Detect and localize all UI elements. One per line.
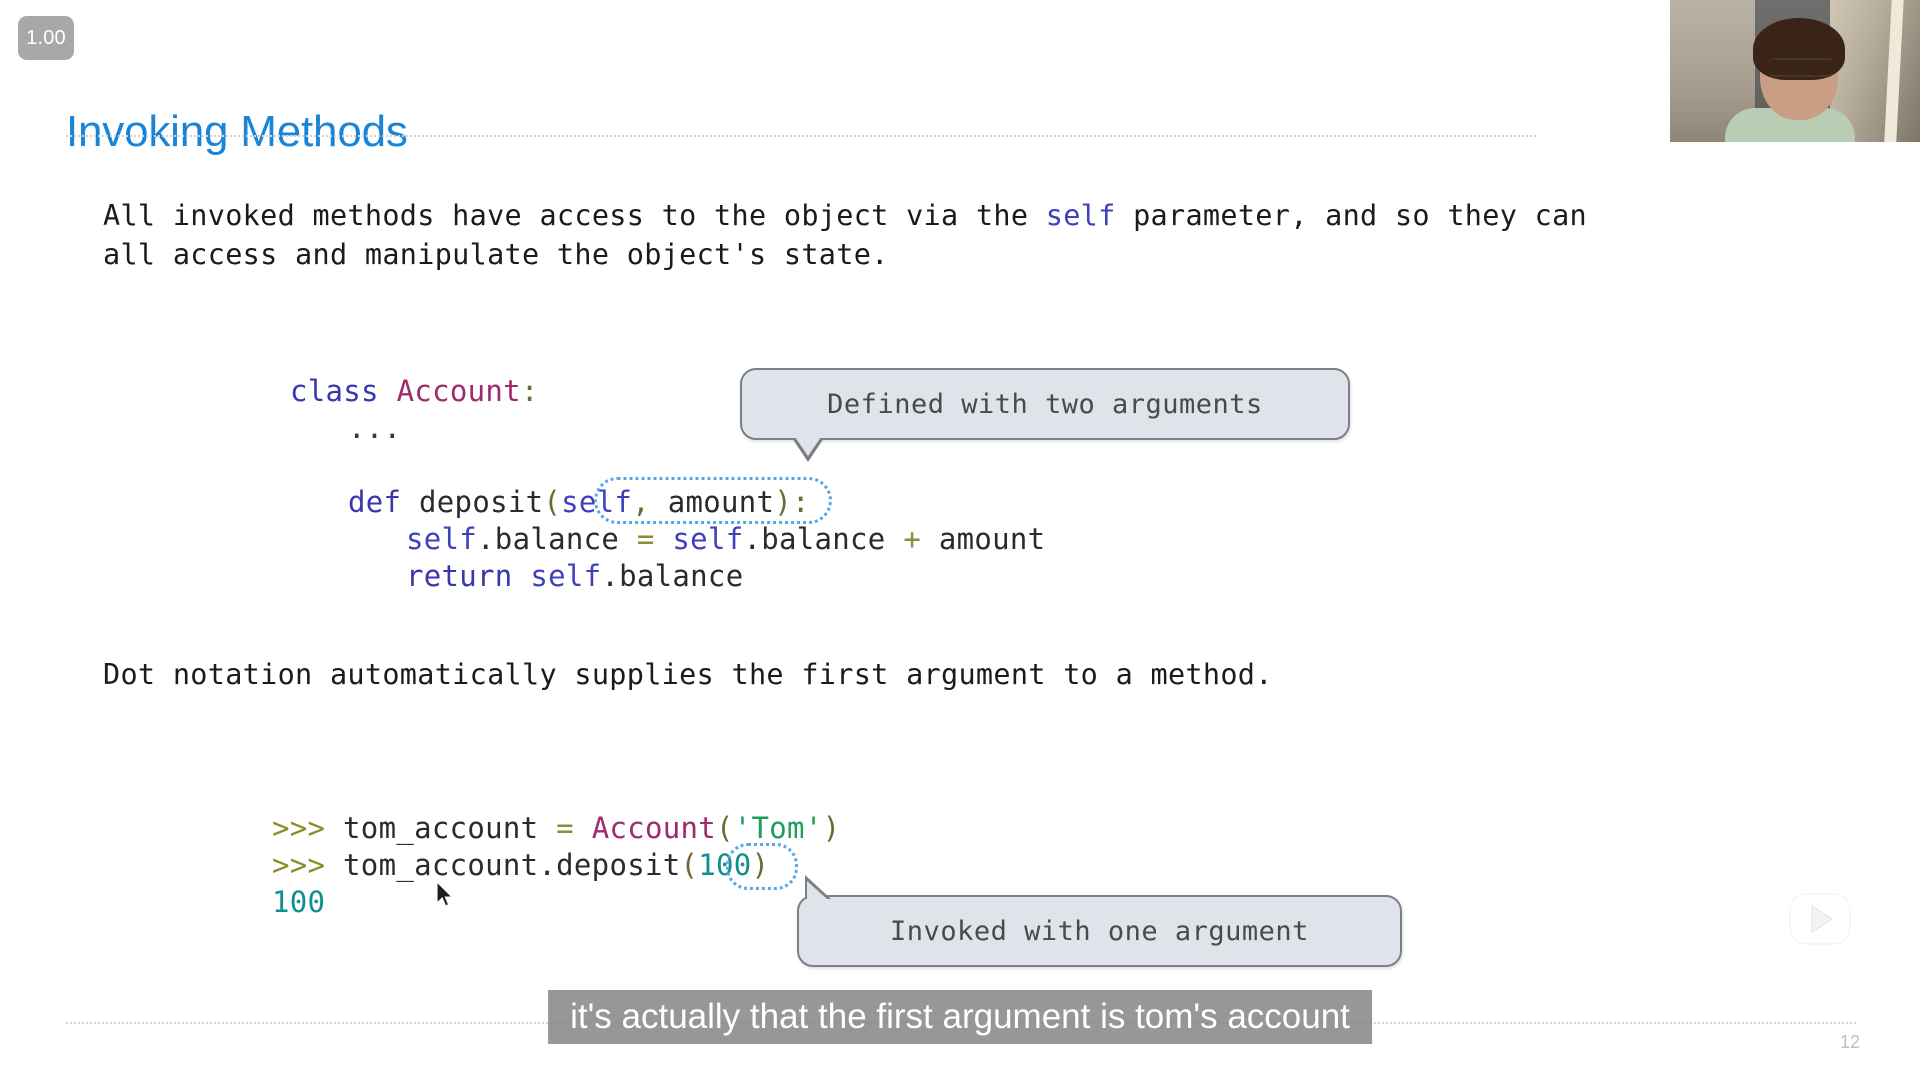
repl-arg-100: 100 xyxy=(698,848,752,882)
code-self-2: self xyxy=(654,522,744,556)
subtitle-caption: it's actually that the first argument is… xyxy=(548,990,1372,1044)
callout-tail-inner xyxy=(795,437,821,456)
callout-invoked-with-one-argument: Invoked with one argument xyxy=(797,875,1402,967)
code-plus-op: + xyxy=(903,522,922,556)
code-param-amount: amount xyxy=(667,485,775,519)
tv-play-icon[interactable] xyxy=(1784,880,1868,952)
callout-defined-label: Defined with two arguments xyxy=(827,388,1263,420)
repl-output-100: 100 xyxy=(272,885,326,919)
code-class-name-account: Account xyxy=(378,374,521,408)
intro-self-keyword: self xyxy=(1045,199,1116,232)
repl-paren-close-1: ) xyxy=(822,811,841,845)
code-paren-close-1: ) xyxy=(774,485,793,519)
code-param-self: self xyxy=(561,485,633,519)
repl-prompt-2: >>> xyxy=(272,848,344,882)
code-ellipsis: ... xyxy=(348,411,402,445)
code-assign-op: = xyxy=(636,522,655,556)
dot-notation-paragraph: Dot notation automatically supplies the … xyxy=(103,658,1273,691)
code-param-comma: , xyxy=(632,485,668,519)
code-amount-ref: amount xyxy=(921,522,1046,556)
callout-tail-inner xyxy=(807,881,827,899)
repl-paren-close-2: ) xyxy=(751,848,770,882)
code-colon-2: : xyxy=(792,485,810,519)
repl-var-tom-account: tom_account xyxy=(343,811,557,845)
code-attr-balance-2: .balance xyxy=(743,522,904,556)
code-attr-balance-3: .balance xyxy=(601,559,744,593)
code-method-name-deposit: deposit xyxy=(401,485,544,519)
code-keyword-def: def xyxy=(348,485,402,519)
code-keyword-class: class xyxy=(290,374,379,408)
page-number: 12 xyxy=(1839,1032,1860,1052)
webcam-speaker-glasses xyxy=(1767,58,1834,78)
repl-assign-op: = xyxy=(556,811,574,845)
repl-class-account: Account xyxy=(573,811,717,845)
code-paren-open-1: ( xyxy=(543,485,562,519)
repl-transcript: >>> tom_account = Account('Tom') >>> tom… xyxy=(272,810,840,921)
slide-canvas: Invoking Methods All invoked methods hav… xyxy=(0,0,1920,1080)
intro-text-part-1: All invoked methods have access to the o… xyxy=(103,199,1046,232)
page-title: Invoking Methods xyxy=(66,107,408,157)
repl-paren-open-1: ( xyxy=(716,811,734,845)
repl-deposit-call: tom_account.deposit xyxy=(343,848,681,882)
callout-invoked-label: Invoked with one argument xyxy=(890,915,1309,947)
callout-defined-with-two-arguments: Defined with two arguments xyxy=(740,368,1350,462)
code-colon-1: : xyxy=(520,374,539,408)
intro-paragraph: All invoked methods have access to the o… xyxy=(103,196,1743,274)
title-divider xyxy=(66,135,1536,137)
repl-string-tom: 'Tom' xyxy=(733,811,823,845)
code-self-1: self xyxy=(406,522,478,556)
code-self-3: self xyxy=(512,559,602,593)
webcam-video-overlay[interactable] xyxy=(1670,0,1920,142)
code-attr-balance-1: .balance xyxy=(477,522,637,556)
repl-paren-open-2: ( xyxy=(680,848,699,882)
code-keyword-return: return xyxy=(406,559,513,593)
playback-speed-badge[interactable]: 1.00 xyxy=(18,16,74,60)
caption-text: it's actually that the first argument is… xyxy=(570,997,1350,1036)
repl-prompt-1: >>> xyxy=(272,811,344,845)
